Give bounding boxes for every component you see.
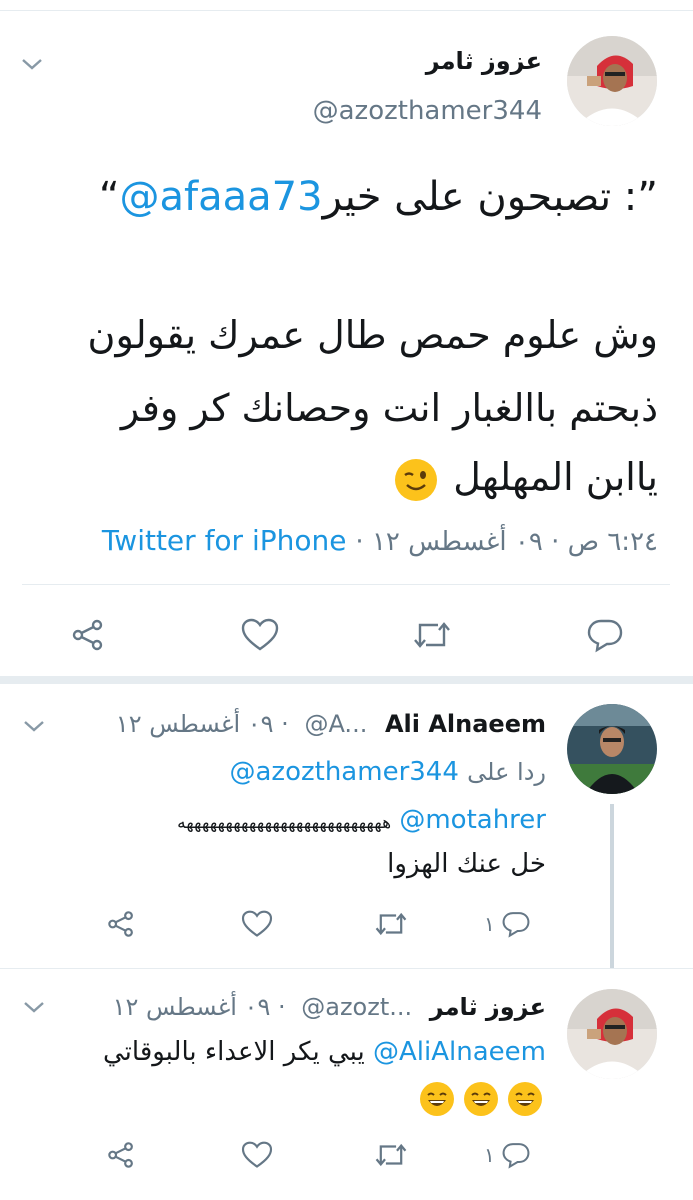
tweet-text-line-1: وش علوم حمص طال عمرك يقولون — [87, 313, 658, 357]
tweet-options-chevron-icon[interactable] — [20, 56, 44, 76]
reply-button[interactable] — [583, 613, 627, 657]
mention-link[interactable]: @afaaa73 — [120, 174, 323, 220]
retweet-button[interactable] — [373, 1137, 409, 1173]
heart-icon — [241, 910, 273, 937]
reply-text: يبي يكر الاعداء بالبوقاتي — [102, 1037, 365, 1067]
reply-count: ١ — [484, 912, 495, 936]
author-handle[interactable]: @azozthamer344 — [313, 96, 542, 126]
reply-button[interactable]: ١ — [484, 1137, 544, 1173]
heart-icon — [241, 618, 279, 651]
reply-button[interactable]: ١ — [484, 906, 544, 942]
quote-text: : تصبحون على خير — [322, 174, 638, 220]
tweet-quote-line: ”: تصبحون على خير@afaaa73“ — [99, 174, 658, 220]
laugh-text: ههههههههههههههههههههههههههه — [177, 813, 392, 833]
reply-icon — [502, 912, 530, 938]
reply-to-handle-link[interactable]: @azozthamer344 — [230, 757, 459, 787]
tweet-meta: ٦:٢٤ ص · ٠٩ أغسطس ١٢ · Twitter for iPhon… — [102, 524, 658, 557]
tweet-text-line-3-text: ياابن المهلهل — [453, 455, 658, 499]
reply-text-line-1: @motahrer ههههههههههههههههههههههههههه — [177, 805, 546, 835]
main-tweet: عزوز ثامر @azozthamer344 ”: تصبحون على خ… — [0, 11, 693, 676]
share-icon — [108, 911, 133, 937]
mention-link[interactable]: @AliAlnaeem — [373, 1037, 546, 1067]
author-handle[interactable]: @azozt... — [301, 993, 412, 1021]
share-button[interactable] — [66, 613, 110, 657]
share-button[interactable] — [103, 906, 139, 942]
tweet-text-line-2: ذبحتم باالغبار انت وحصانك كر وفر — [120, 386, 658, 430]
like-button[interactable] — [239, 906, 275, 942]
retweet-icon — [414, 622, 450, 648]
reply-header: عزوز ثامر @azozt... · ٠٩ أغسطس ١٢ — [113, 993, 546, 1021]
avatar[interactable] — [567, 989, 657, 1079]
tweet-options-chevron-icon[interactable] — [22, 718, 46, 738]
reply-text-line-1: @AliAlnaeem يبي يكر الاعداء بالبوقاتي — [103, 1037, 546, 1067]
reply-to-label: ردا على — [467, 758, 546, 786]
section-divider — [0, 676, 693, 684]
heart-icon — [241, 1141, 273, 1168]
emoji-row — [420, 1082, 550, 1116]
quote-open: “ — [98, 174, 120, 220]
tweet-options-chevron-icon[interactable] — [22, 999, 46, 1019]
retweet-button[interactable] — [373, 906, 409, 942]
tweet-source-link[interactable]: Twitter for iPhone — [102, 524, 347, 557]
tweet-meta-divider — [22, 584, 670, 585]
reply-icon — [587, 619, 623, 653]
reply-count: ١ — [484, 1143, 495, 1167]
reply-header: Ali Alnaeem @A... · ٠٩ أغسطس ١٢ — [116, 710, 546, 738]
grinning-face-icon — [464, 1082, 498, 1116]
author-name[interactable]: عزوز ثامر — [426, 47, 542, 75]
reply-to-line: ردا على @azozthamer344 — [230, 757, 547, 787]
tweet-date: · ٠٩ أغسطس ١٢ — [112, 993, 286, 1021]
grinning-face-icon — [420, 1082, 454, 1116]
retweet-icon — [375, 1143, 407, 1167]
reply-tweet: عزوز ثامر @azozt... · ٠٩ أغسطس ١٢ @AliAl… — [0, 969, 693, 1200]
share-button[interactable] — [103, 1137, 139, 1173]
reply-text-line-2: خل عنك الهزوا — [387, 849, 546, 879]
thread-line — [610, 804, 614, 968]
tweet-timestamp: ٦:٢٤ ص · ٠٩ أغسطس ١٢ · — [355, 527, 658, 557]
retweet-icon — [375, 912, 407, 936]
share-icon — [72, 619, 103, 651]
tweet-text-line-3: ياابن المهلهل — [395, 455, 658, 501]
like-button[interactable] — [239, 1137, 275, 1173]
mention-link[interactable]: @motahrer — [399, 805, 546, 835]
quote-close: ” — [637, 174, 658, 220]
avatar[interactable] — [567, 704, 657, 794]
winking-face-icon — [395, 458, 438, 501]
retweet-button[interactable] — [410, 613, 454, 657]
avatar[interactable] — [567, 36, 657, 126]
author-name[interactable]: عزوز ثامر — [430, 993, 546, 1021]
like-button[interactable] — [238, 613, 282, 657]
reply-tweet: Ali Alnaeem @A... · ٠٩ أغسطس ١٢ ردا على … — [0, 684, 693, 968]
author-name[interactable]: Ali Alnaeem — [385, 710, 546, 738]
tweet-date: · ٠٩ أغسطس ١٢ — [115, 710, 289, 738]
author-handle[interactable]: @A... — [304, 710, 367, 738]
share-icon — [108, 1142, 133, 1168]
reply-icon — [502, 1143, 530, 1169]
grinning-face-icon — [508, 1082, 542, 1116]
